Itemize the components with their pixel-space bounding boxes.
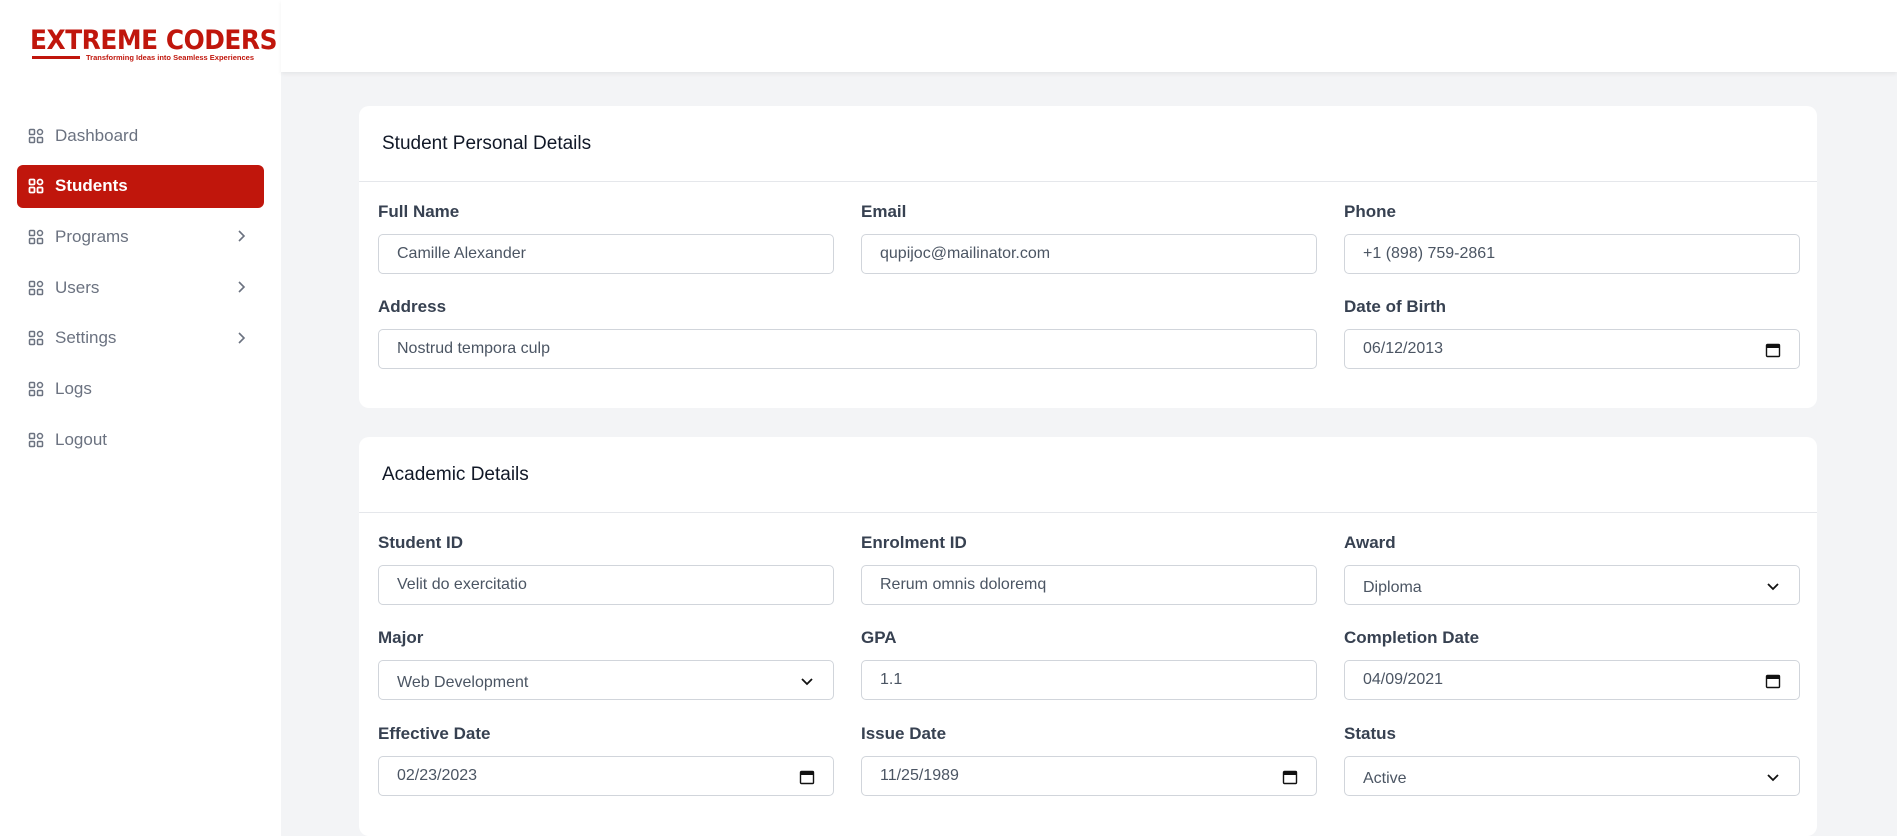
date-value: 11/25/1989 [880,767,959,784]
brand-tagline: Transforming Ideas into Seamless Experie… [86,53,254,62]
date-of-birth-input[interactable]: 06/12/2013 [1344,329,1800,369]
gpa-input[interactable]: 1.1 [861,660,1317,700]
field-label: Address [378,297,447,316]
chevron-right-icon [238,281,246,293]
date-value: 04/09/2021 [1363,671,1444,688]
sidebar-item-label: Logs [55,378,92,398]
address-field: Address Nostrud tempora culp [378,296,1317,371]
grid-icon [28,178,44,194]
award-select[interactable]: Diploma [1344,565,1800,605]
field-label: Status [1344,724,1396,743]
chevron-right-icon [238,230,246,242]
personal-details-card: Student Personal Details Full Name Camil… [359,106,1817,408]
sidebar-item-label: Dashboard [55,125,139,145]
major-select[interactable]: Web Development [378,660,834,700]
effective-date-field: Effective Date 02/23/2023 [378,723,834,798]
logo-underline [32,56,80,59]
award-field: Award Diploma [1344,532,1800,607]
card-title: Academic Details [359,437,1817,513]
status-select[interactable]: Active [1344,756,1800,796]
effective-date-input[interactable]: 02/23/2023 [378,756,834,796]
address-input[interactable]: Nostrud tempora culp [378,329,1317,369]
phone-field: Phone +1 (898) 759-2861 [1344,201,1800,276]
sidebar-item-logout[interactable]: Logout [17,418,264,461]
date-of-birth-field: Date of Birth 06/12/2013 [1344,296,1800,371]
field-label: Effective Date [378,724,491,743]
sidebar-item-programs[interactable]: Programs [17,215,264,258]
sidebar-item-label: Users [55,277,100,297]
student-id-field: Student ID Velit do exercitatio [378,532,834,607]
email-field: Email qupijoc@mailinator.com [861,201,1317,276]
chevron-down-icon [801,678,813,686]
field-label: Date of Birth [1344,297,1446,316]
completion-date-input[interactable]: 04/09/2021 [1344,660,1800,700]
enrolment-id-input[interactable]: Rerum omnis doloremq [861,565,1317,605]
field-label: Award [1344,533,1396,552]
full-name-input[interactable]: Camille Alexander [378,234,834,274]
brand-name: EXTREME CODERS [30,25,278,56]
issue-date-field: Issue Date 11/25/1989 [861,723,1317,798]
status-field: Status Active [1344,723,1800,798]
field-label: Email [861,202,907,221]
issue-date-input[interactable]: 11/25/1989 [861,756,1317,796]
sidebar-item-logs[interactable]: Logs [17,367,264,410]
sidebar-item-users[interactable]: Users [17,266,264,309]
full-name-field: Full Name Camille Alexander [378,201,834,276]
date-value: 02/23/2023 [397,767,478,784]
field-label: Phone [1344,202,1396,221]
calendar-icon[interactable] [1282,769,1298,785]
sidebar-item-label: Settings [55,328,117,348]
sidebar-item-label: Logout [55,429,107,449]
grid-icon [28,381,44,397]
select-value: Web Development [397,674,529,691]
email-input[interactable]: qupijoc@mailinator.com [861,234,1317,274]
major-field: Major Web Development [378,627,834,702]
sidebar-item-label: Students [55,176,128,196]
student-id-input[interactable]: Velit do exercitatio [378,565,834,605]
select-value: Diploma [1363,579,1422,596]
field-label: Major [378,628,424,647]
field-label: Issue Date [861,724,947,743]
sidebar-item-students[interactable]: Students [17,164,264,208]
grid-icon [28,128,44,143]
select-value: Active [1363,770,1407,787]
chevron-right-icon [238,332,246,344]
academic-details-card: Academic Details Student ID Velit do exe… [359,437,1817,836]
sidebar-item-label: Programs [55,226,129,246]
enrolment-id-field: Enrolment ID Rerum omnis doloremq [861,532,1317,607]
sidebar-item-dashboard[interactable]: Dashboard [17,114,264,157]
brand-logo[interactable]: EXTREME CODERS Transforming Ideas into S… [30,25,278,70]
sidebar-nav: Dashboard Students Programs Users Settin… [17,114,264,469]
chevron-down-icon [1767,774,1779,782]
calendar-icon[interactable] [1765,342,1781,358]
grid-icon [28,229,44,245]
grid-icon [28,280,44,295]
field-label: GPA [861,628,897,647]
grid-icon [28,432,44,447]
sidebar-item-settings[interactable]: Settings [17,317,264,360]
chevron-down-icon [1767,583,1779,591]
sidebar: EXTREME CODERS Transforming Ideas into S… [0,0,281,836]
card-title: Student Personal Details [359,106,1817,182]
field-label: Enrolment ID [861,533,967,552]
top-bar [281,0,1897,72]
calendar-icon[interactable] [1765,673,1781,689]
field-label: Full Name [378,202,460,221]
gpa-field: GPA 1.1 [861,627,1317,702]
date-value: 06/12/2013 [1363,340,1444,357]
grid-icon [28,331,44,346]
phone-input[interactable]: +1 (898) 759-2861 [1344,234,1800,274]
calendar-icon[interactable] [799,769,815,785]
field-label: Completion Date [1344,628,1480,647]
completion-date-field: Completion Date 04/09/2021 [1344,627,1800,702]
field-label: Student ID [378,533,463,552]
